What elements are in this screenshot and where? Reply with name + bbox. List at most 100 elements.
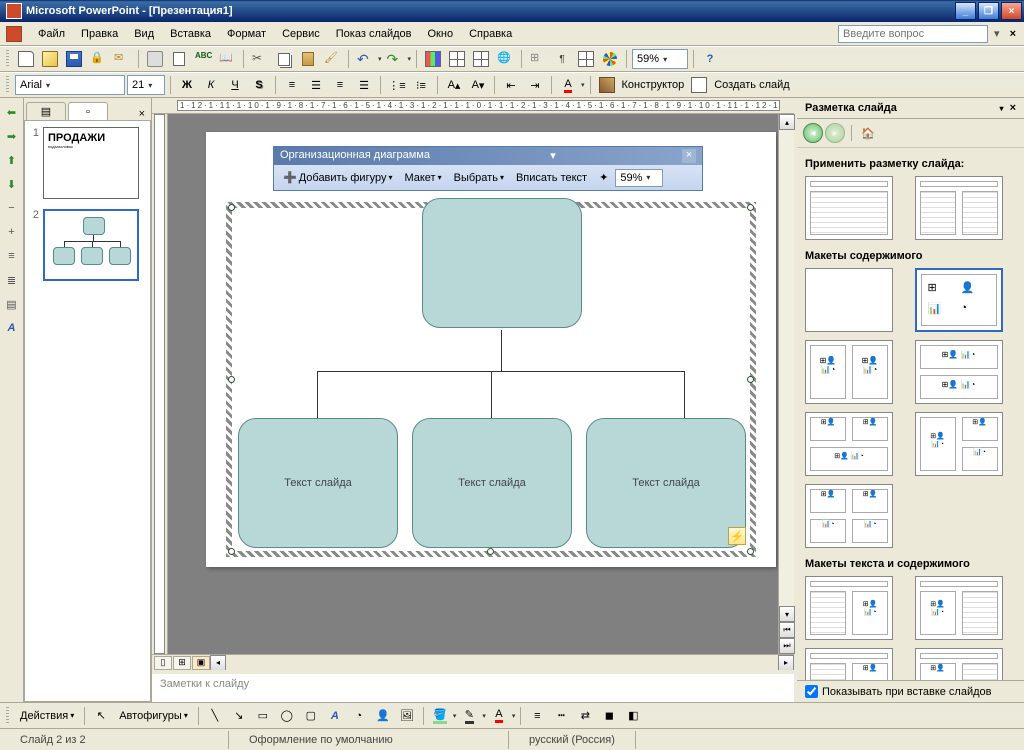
panel-close-icon[interactable]: × xyxy=(135,108,149,120)
add-shape-button[interactable]: ➕ Добавить фигуру ▾ xyxy=(278,168,397,187)
new-slide-label[interactable]: Создать слайд xyxy=(712,79,791,91)
expand-icon[interactable]: + xyxy=(2,222,22,242)
menu-edit[interactable]: Правка xyxy=(73,25,126,43)
layout-item[interactable]: ⊞👤📊◔ xyxy=(915,576,1003,640)
layout-list[interactable]: Применить разметку слайда: Макеты содерж… xyxy=(797,148,1024,680)
selection-frame[interactable]: Текст слайда Текст слайда Текст слайда ⚡ xyxy=(226,202,756,557)
shadow-style-icon[interactable]: ◼ xyxy=(598,705,620,727)
menu-format[interactable]: Формат xyxy=(219,25,274,43)
org-chart-box-top[interactable] xyxy=(422,198,582,328)
promote-icon[interactable]: ⬅ xyxy=(2,102,22,122)
layout-item[interactable] xyxy=(805,268,893,332)
print-button[interactable] xyxy=(144,48,166,70)
layout-item[interactable]: ⊞👤📊◔ ⊞👤📊◔ xyxy=(805,340,893,404)
bullet-list-button[interactable]: ⁝≡ xyxy=(410,74,432,96)
decrease-font-button[interactable]: A▾ xyxy=(467,74,489,96)
scroll-right-icon[interactable]: ▸ xyxy=(778,655,794,671)
numbered-list-button[interactable]: ⋮≡ xyxy=(386,74,408,96)
email-button[interactable]: ✉ xyxy=(111,48,133,70)
diagram-icon[interactable]: ◔ xyxy=(348,705,370,727)
font-color-icon[interactable]: A xyxy=(488,705,510,727)
oval-icon[interactable]: ◯ xyxy=(276,705,298,727)
org-chart-box[interactable]: Текст слайда xyxy=(238,418,398,548)
permission-button[interactable]: 🔒 xyxy=(87,48,109,70)
show-formatting-icon[interactable]: A xyxy=(2,318,22,338)
document-close-button[interactable]: × xyxy=(1006,28,1020,40)
move-up-icon[interactable]: ⬆ xyxy=(2,150,22,170)
layout-button[interactable]: Макет▾ xyxy=(399,169,446,187)
wordart-icon[interactable]: A xyxy=(324,705,346,727)
menu-insert[interactable]: Вставка xyxy=(162,25,219,43)
copy-button[interactable] xyxy=(273,48,295,70)
actions-button[interactable]: Действия▾ xyxy=(15,707,79,725)
layout-item[interactable]: ⊞👤 ⊞👤 📊◔ 📊◔ xyxy=(805,484,893,548)
preview-button[interactable] xyxy=(168,48,190,70)
fill-color-icon[interactable]: 🪣 xyxy=(429,705,451,727)
menu-service[interactable]: Сервис xyxy=(274,25,328,43)
format-painter-button[interactable]: 🖌 xyxy=(321,48,343,70)
color-button[interactable] xyxy=(599,48,621,70)
align-left-button[interactable]: ≡ xyxy=(281,74,303,96)
clipart-icon[interactable]: 👤 xyxy=(372,705,394,727)
menu-file[interactable]: Файл xyxy=(30,25,73,43)
notes-pane[interactable]: Заметки к слайду xyxy=(152,670,794,702)
scroll-up-icon[interactable]: ▴ xyxy=(779,114,795,130)
smart-tag-icon[interactable]: ⚡ xyxy=(728,527,746,545)
nav-home-icon[interactable]: 🏠 xyxy=(858,123,878,143)
autoformat-button[interactable]: ✦ xyxy=(594,168,613,187)
increase-font-button[interactable]: A▴ xyxy=(443,74,465,96)
resize-handle[interactable] xyxy=(228,376,235,383)
rectangle-icon[interactable]: ▭ xyxy=(252,705,274,727)
bold-button[interactable]: Ж xyxy=(176,74,198,96)
show-grid-button[interactable] xyxy=(575,48,597,70)
outline-tab[interactable]: ▤ xyxy=(26,102,66,120)
layout-item[interactable] xyxy=(915,176,1003,240)
toolbar-handle[interactable] xyxy=(6,707,9,725)
next-slide-icon[interactable]: ⏭ xyxy=(779,638,795,654)
line-icon[interactable]: ╲ xyxy=(204,705,226,727)
layout-item[interactable]: ⊞👤 📊◔ xyxy=(805,648,893,680)
fit-text-button[interactable]: Вписать текст xyxy=(511,169,592,187)
layout-item[interactable]: ⊞👤📊◔ ⊞👤 📊◔ xyxy=(915,412,1003,476)
resize-handle[interactable] xyxy=(747,204,754,211)
maximize-button[interactable]: ❐ xyxy=(978,2,999,20)
picture-icon[interactable]: 🖼 xyxy=(396,705,418,727)
autoshapes-button[interactable]: Автофигуры▾ xyxy=(114,707,193,725)
nav-back-icon[interactable]: ◂ xyxy=(803,123,823,143)
fontsize-dropdown[interactable]: 21▾ xyxy=(127,75,165,95)
font-dropdown[interactable]: Arial▾ xyxy=(15,75,125,95)
task-pane-menu-icon[interactable]: ▾ xyxy=(1000,104,1004,113)
org-toolbar-close-icon[interactable]: × xyxy=(682,149,696,163)
paste-button[interactable] xyxy=(297,48,319,70)
new-slide-button[interactable] xyxy=(688,74,710,96)
resize-handle[interactable] xyxy=(747,376,754,383)
align-right-button[interactable]: ≡ xyxy=(329,74,351,96)
arrow-style-icon[interactable]: ⇄ xyxy=(574,705,596,727)
menu-slideshow[interactable]: Показ слайдов xyxy=(328,25,420,43)
scroll-down-icon[interactable]: ▾ xyxy=(779,606,795,622)
org-chart-box[interactable]: Текст слайда xyxy=(412,418,572,548)
move-down-icon[interactable]: ⬇ xyxy=(2,174,22,194)
redo-button[interactable]: ↷ xyxy=(384,48,406,70)
prev-slide-icon[interactable]: ⏮ xyxy=(779,622,795,638)
font-color-button[interactable]: A xyxy=(557,74,579,96)
select-objects-icon[interactable]: ↖ xyxy=(90,705,112,727)
line-color-icon[interactable]: ✎ xyxy=(458,705,480,727)
slide-canvas[interactable]: Текст слайда Текст слайда Текст слайда ⚡ xyxy=(206,132,776,567)
toolbar-handle[interactable] xyxy=(6,50,9,68)
sorter-view-icon[interactable]: ⊞ xyxy=(173,656,191,670)
org-zoom-dropdown[interactable]: 59%▾ xyxy=(615,169,663,187)
insert-chart-button[interactable] xyxy=(422,48,444,70)
layout-item[interactable]: ⊞👤 ⊞👤 ⊞👤 📊◔ xyxy=(805,412,893,476)
save-button[interactable] xyxy=(63,48,85,70)
scroll-left-icon[interactable]: ◂ xyxy=(210,655,226,671)
cut-button[interactable]: ✂ xyxy=(249,48,271,70)
horizontal-scrollbar[interactable]: ▯ ⊞ ▣ ◂ ▸ xyxy=(152,654,794,670)
toolbar-handle[interactable] xyxy=(6,76,9,94)
line-style-icon[interactable]: ≡ xyxy=(526,705,548,727)
arrow-icon[interactable]: ↘ xyxy=(228,705,250,727)
italic-button[interactable]: К xyxy=(200,74,222,96)
layout-item[interactable]: ⊞👤📊◔ xyxy=(805,576,893,640)
collapse-all-icon[interactable]: ≡ xyxy=(2,246,22,266)
demote-icon[interactable]: ➡ xyxy=(2,126,22,146)
